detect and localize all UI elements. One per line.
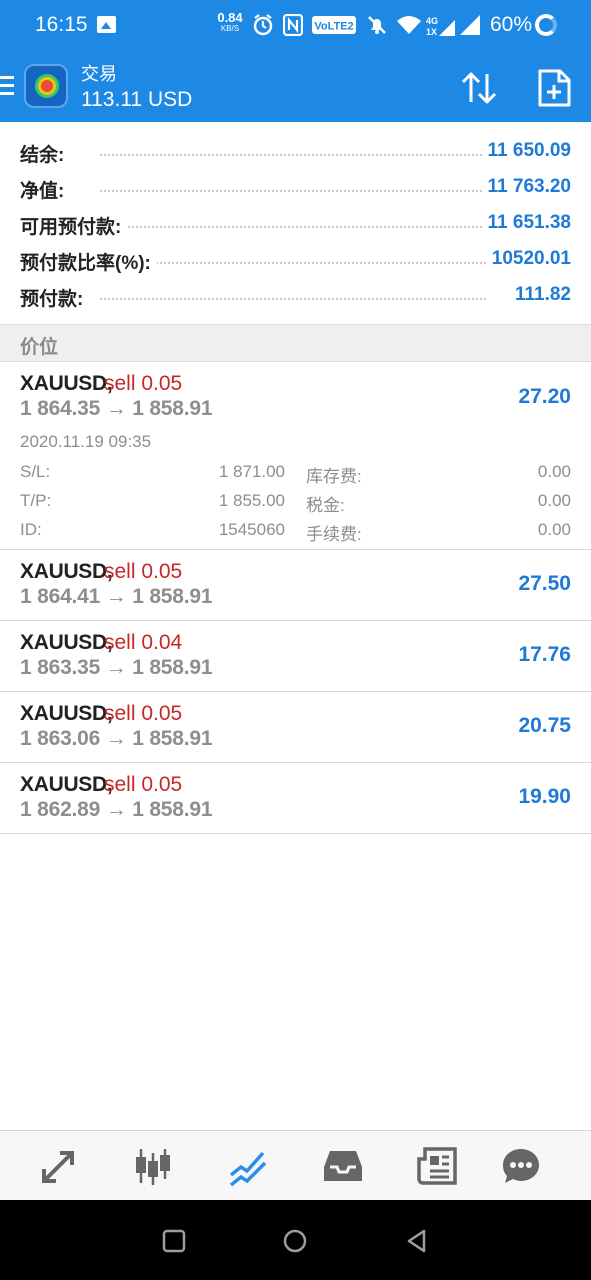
gallery-notification-icon [97, 16, 116, 33]
summary-label: 净值: [20, 176, 71, 203]
position-symbol: XAUUSD, [20, 702, 113, 725]
page-title: 交易 [81, 64, 117, 84]
app-bar: 交易 113.11 USD [0, 52, 591, 122]
position-prices: 1 864.41 → 1 858.91 [20, 585, 213, 608]
dotted-leader [100, 262, 486, 264]
commission-value: 0.00 [537, 520, 571, 539]
network-speed-value: 0.84 [217, 10, 243, 25]
position-profit: 20.75 [518, 714, 571, 737]
sl-label: S/L: [20, 462, 51, 481]
nfc-icon [283, 14, 303, 36]
position-side: sell 0.04 [104, 631, 183, 654]
summary-row-margin: 预付款: 111.82 [0, 278, 591, 314]
id-label: ID: [20, 520, 42, 539]
news-icon[interactable] [417, 1145, 459, 1187]
profit-total: 113.11 USD [81, 88, 193, 111]
swap-value: 0.00 [537, 462, 571, 481]
svg-text:1X: 1X [426, 27, 437, 37]
menu-icon[interactable] [0, 76, 14, 96]
dotted-leader [100, 298, 486, 300]
account-summary: 结余: 11 650.09 净值: 11 763.20 可用预付款: 11 65… [0, 134, 591, 314]
position-profit: 19.90 [518, 785, 571, 808]
summary-row-margin-level: 预付款比率(%): 10520.01 [0, 242, 591, 278]
position-prices: 1 863.35 → 1 858.91 [20, 656, 213, 679]
trade-icon[interactable] [227, 1145, 269, 1187]
position-open-time: 2020.11.19 09:35 [20, 432, 152, 451]
position-profit: 27.50 [518, 572, 571, 595]
recent-apps-icon[interactable] [161, 1228, 187, 1254]
signal-strength-icon [460, 15, 480, 35]
summary-label: 预付款比率(%): [20, 248, 157, 275]
status-bar: 16:15 0.84 KB/S VoLTE2 4G 1X 60% [0, 0, 591, 52]
new-order-button[interactable] [536, 68, 572, 108]
commission-label: 手续费: [306, 525, 362, 544]
summary-value: 11 763.20 [481, 176, 571, 198]
summary-row-balance: 结余: 11 650.09 [0, 134, 591, 170]
section-header-label: 价位 [20, 337, 59, 358]
summary-value: 11 651.38 [481, 212, 571, 234]
mute-notifications-icon [368, 16, 386, 34]
summary-label: 可用预付款: [20, 212, 128, 239]
dotted-leader [100, 190, 486, 192]
position-profit: 17.76 [518, 643, 571, 666]
position-row[interactable]: XAUUSD, sell 0.05 1 863.06 → 1 858.91 20… [0, 692, 591, 763]
mobile-signal-icon: 4G 1X [426, 16, 455, 37]
id-value: 1545060 [218, 520, 285, 539]
bottom-nav [0, 1130, 591, 1200]
network-speed-unit: KB/S [220, 24, 240, 33]
position-symbol: XAUUSD, [20, 631, 113, 654]
volte-label: VoLTE2 [314, 21, 353, 33]
sl-value: 1 871.00 [218, 462, 285, 481]
system-nav-bar [0, 1200, 591, 1280]
back-icon[interactable] [404, 1228, 430, 1254]
position-row[interactable]: XAUUSD, sell 0.05 1 862.89 → 1 858.91 19… [0, 763, 591, 834]
position-symbol: XAUUSD, [20, 560, 113, 583]
summary-value: 111.82 [508, 284, 571, 306]
position-side: sell 0.05 [104, 372, 183, 395]
position-prices: 1 863.06 → 1 858.91 [20, 727, 213, 750]
summary-value: 10520.01 [485, 248, 571, 270]
history-icon[interactable] [322, 1145, 364, 1187]
wifi-icon [397, 16, 421, 34]
chart-icon[interactable] [132, 1145, 174, 1187]
battery-icon [535, 14, 557, 36]
swap-label: 库存费: [306, 467, 362, 486]
svg-text:4G: 4G [426, 16, 438, 26]
position-side: sell 0.05 [104, 560, 183, 583]
quotes-icon[interactable] [38, 1145, 80, 1187]
chat-icon[interactable] [500, 1145, 542, 1187]
position-prices: 1 862.89 → 1 858.91 [20, 798, 213, 821]
position-side: sell 0.05 [104, 773, 183, 796]
tax-label: 税金: [306, 496, 345, 515]
battery-level: 60% [490, 13, 533, 36]
home-icon[interactable] [282, 1228, 308, 1254]
position-row[interactable]: XAUUSD, sell 0.05 1 864.41 → 1 858.91 27… [0, 550, 591, 621]
section-header: 价位 [0, 324, 591, 362]
tp-label: T/P: [20, 491, 52, 510]
position-profit: 27.20 [518, 385, 571, 408]
network-speed: 0.84 KB/S [216, 11, 244, 33]
position-prices: 1 864.35 → 1 858.91 [20, 397, 213, 420]
position-row[interactable]: XAUUSD, sell 0.05 1 864.35 → 1 858.91 27… [0, 362, 591, 550]
summary-row-free-margin: 可用预付款: 11 651.38 [0, 206, 591, 242]
tp-value: 1 855.00 [218, 491, 285, 510]
dotted-leader [100, 226, 486, 228]
positions-list: XAUUSD, sell 0.05 1 864.35 → 1 858.91 27… [0, 362, 591, 834]
position-symbol: XAUUSD, [20, 773, 113, 796]
status-time: 16:15 [35, 13, 88, 36]
sort-button[interactable] [459, 68, 499, 108]
volte-icon: VoLTE2 [312, 16, 356, 34]
summary-value: 11 650.09 [481, 140, 571, 162]
position-row[interactable]: XAUUSD, sell 0.04 1 863.35 → 1 858.91 17… [0, 621, 591, 692]
position-symbol: XAUUSD, [20, 372, 113, 395]
position-side: sell 0.05 [104, 702, 183, 725]
metatrader-logo-icon [24, 64, 68, 108]
alarm-icon [253, 14, 273, 36]
summary-row-equity: 净值: 11 763.20 [0, 170, 591, 206]
summary-label: 结余: [20, 140, 71, 167]
dotted-leader [100, 154, 486, 156]
tax-value: 0.00 [537, 491, 571, 510]
summary-label: 预付款: [20, 284, 90, 311]
